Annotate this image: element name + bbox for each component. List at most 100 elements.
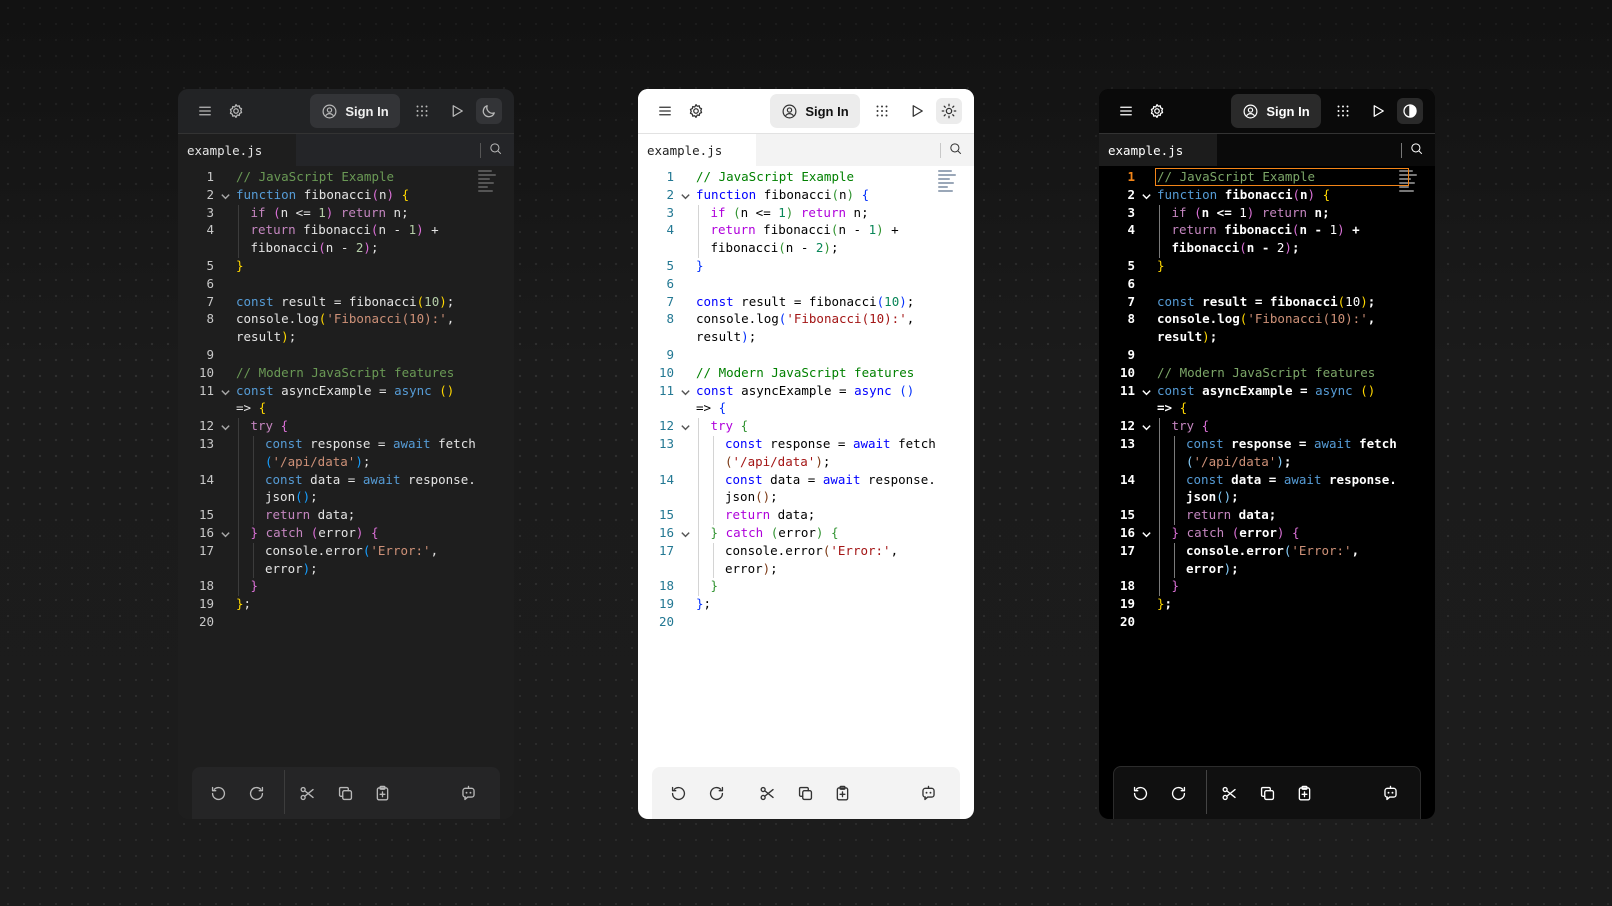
search-icon[interactable] [948,141,966,159]
code-token: { [718,400,727,416]
clipboard-icon[interactable] [830,781,854,805]
code-editor[interactable]: 1 // JavaScript Example 2 function fibonacc… [638,167,974,667]
indent-guide [1173,489,1175,508]
code-token: fibonacci [710,240,779,256]
code-token: response = [1223,436,1314,451]
code-line: console.log('Fibonacci(10):', [236,311,454,326]
code-token: ) [439,293,447,309]
indent-guide [1159,578,1160,597]
chevron-down-icon[interactable] [1141,421,1153,433]
code-token: console.log [1157,311,1240,327]
play-icon[interactable] [904,98,930,124]
tab-label: example.js [647,142,723,158]
sign-in-label: Sign In [805,103,849,119]
gear-icon[interactable] [1144,98,1170,124]
line-number: 8 [206,311,214,327]
copy-icon[interactable] [333,781,357,805]
sign-in-button[interactable]: Sign In [310,94,400,128]
sign-in-button[interactable]: Sign In [1231,94,1321,128]
chevron-down-icon[interactable] [680,190,692,202]
scissors-icon[interactable] [755,781,779,805]
indent-guide [238,489,239,508]
code-line: return fibonacci(n - 1) + [251,222,439,237]
user-circle-icon [1243,104,1258,118]
play-icon[interactable] [444,98,470,124]
line-number: 2 [206,186,214,202]
search-icon[interactable] [1409,141,1427,159]
chevron-down-icon[interactable] [1141,528,1153,540]
undo-icon[interactable] [666,781,690,805]
code-line: function fibonacci(n) { [696,187,869,202]
code-line: fibonacci(n - 2); [251,240,379,255]
chevron-down-icon[interactable] [220,528,232,540]
code-token: } [1171,578,1180,594]
indent-guide [238,240,239,258]
line-number: 1 [1127,169,1135,184]
menu-icon[interactable] [652,98,678,124]
clipboard-icon[interactable] [1292,781,1316,805]
chevron-down-icon[interactable] [220,421,232,433]
redo-icon[interactable] [704,781,728,805]
gear-icon[interactable] [223,98,249,124]
chevron-down-icon[interactable] [1141,386,1153,398]
line-number: 1 [206,169,214,184]
line-number: 3 [1127,204,1135,220]
code-token: ; [822,453,831,469]
sign-in-button[interactable]: Sign In [770,94,860,128]
chat-bot-icon[interactable] [456,781,480,805]
code-token: ) [1202,329,1210,345]
code-token: n; [1307,204,1330,220]
redo-icon[interactable] [244,781,268,805]
indent-guide [1173,453,1175,472]
chevron-down-icon[interactable] [680,386,692,398]
grid-icon[interactable] [869,98,895,124]
code-token: ( [1292,186,1301,202]
copy-icon[interactable] [793,781,817,805]
chevron-down-icon[interactable] [1141,190,1153,202]
code-editor[interactable]: 1 // JavaScript Example 2 function fibonacc… [178,167,514,667]
grid-icon[interactable] [1330,98,1356,124]
code-token: 'Fibonacci(10):' [786,311,907,327]
code-token: } [696,258,704,273]
grid-icon[interactable] [409,98,435,124]
code-token: ; [830,240,839,256]
menu-icon[interactable] [192,98,218,124]
theme-toggle-button[interactable] [936,98,962,124]
theme-toggle-button[interactable] [476,98,502,124]
code-token: ) [386,186,395,202]
clipboard-icon[interactable] [370,781,394,805]
code-line: } [1157,258,1165,273]
chevron-down-icon[interactable] [220,386,232,398]
code-line: error); [265,561,318,576]
minimap[interactable] [938,170,958,198]
code-token: const [725,436,763,451]
chevron-down-icon[interactable] [220,190,232,202]
undo-icon[interactable] [206,781,230,805]
tab-example-js[interactable]: example.js [638,134,756,166]
code-token: ; [370,240,379,256]
chat-bot-icon[interactable] [1378,781,1402,805]
code-editor[interactable]: 1 // JavaScript Example 2 function fibonacc… [1099,167,1435,667]
play-icon[interactable] [1365,98,1391,124]
code-token: } [710,578,719,594]
theme-toggle-button[interactable] [1397,98,1423,124]
copy-icon[interactable] [1255,781,1279,805]
code-token: n <= [740,204,779,220]
code-token: ) [741,329,749,345]
chevron-down-icon[interactable] [680,421,692,433]
redo-icon[interactable] [1166,781,1190,805]
tab-example-js[interactable]: example.js [1099,134,1217,166]
minimap[interactable] [478,170,498,198]
chevron-down-icon[interactable] [680,528,692,540]
indent-guide [238,418,239,436]
menu-icon[interactable] [1113,98,1139,124]
scissors-icon[interactable] [295,781,319,805]
scissors-icon[interactable] [1217,781,1241,805]
search-icon[interactable] [488,141,506,159]
code-line: error); [725,561,778,576]
tab-example-js[interactable]: example.js [178,134,296,166]
chat-bot-icon[interactable] [916,781,940,805]
gear-icon[interactable] [683,98,709,124]
undo-icon[interactable] [1128,781,1152,805]
